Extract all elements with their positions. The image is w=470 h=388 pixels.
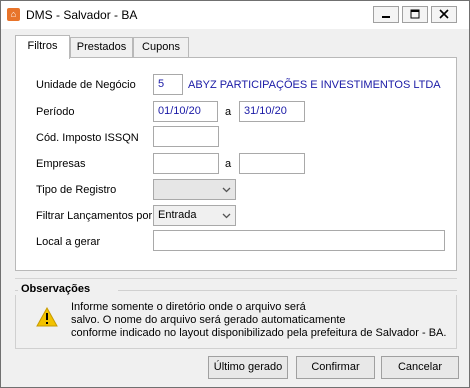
filtrar-label: Filtrar Lançamentos por	[36, 210, 153, 222]
observacoes-line-2: salvo. O nome do arquivo será gerado aut…	[71, 314, 346, 326]
empresas-sep: a	[225, 158, 232, 170]
periodo-end-input[interactable]: 31/10/20	[239, 101, 305, 122]
cancelar-button[interactable]: Cancelar	[381, 356, 459, 379]
observacoes-title: Observações	[21, 283, 91, 295]
cod-imposto-input[interactable]	[153, 126, 219, 147]
unidade-code-input[interactable]: 5	[153, 74, 183, 95]
maximize-icon	[410, 9, 420, 19]
tipo-registro-select[interactable]	[153, 179, 236, 200]
observacoes-line-1: Informe somente o diretório onde o arqui…	[71, 301, 306, 313]
chevron-down-icon	[222, 187, 231, 193]
periodo-start-input[interactable]: 01/10/20	[153, 101, 218, 122]
chevron-down-icon	[222, 213, 231, 219]
close-button[interactable]	[431, 6, 457, 23]
confirmar-button[interactable]: Confirmar	[296, 356, 375, 379]
observacoes-text: Informe somente o diretório onde o arqui…	[71, 301, 446, 340]
unidade-name: ABYZ PARTICIPAÇÕES E INVESTIMENTOS LTDA	[188, 79, 441, 91]
filtros-panel: Unidade de Negócio 5 ABYZ PARTICIPAÇÕES …	[15, 57, 457, 271]
filtrar-value: Entrada	[158, 209, 197, 221]
empresas-end-input[interactable]	[239, 153, 305, 174]
dialog-window: ⌂ DMS - Salvador - BA Filtros Prestados …	[0, 0, 470, 388]
warning-icon	[36, 307, 58, 327]
title-bar[interactable]: ⌂ DMS - Salvador - BA	[1, 1, 469, 29]
unidade-label: Unidade de Negócio	[36, 79, 136, 91]
window-title: DMS - Salvador - BA	[26, 8, 138, 22]
close-icon	[439, 9, 449, 19]
tab-filtros[interactable]: Filtros	[15, 35, 70, 59]
cod-imposto-label: Cód. Imposto ISSQN	[36, 132, 139, 144]
periodo-label: Período	[36, 106, 75, 118]
minimize-button[interactable]	[373, 6, 399, 23]
observacoes-line-3: conforme indicado no layout disponibiliz…	[71, 327, 447, 339]
tipo-registro-label: Tipo de Registro	[36, 184, 117, 196]
filtrar-select[interactable]: Entrada	[153, 205, 236, 226]
tab-cupons[interactable]: Cupons	[133, 37, 189, 57]
maximize-button[interactable]	[402, 6, 428, 23]
empresas-start-input[interactable]	[153, 153, 219, 174]
ultimo-gerado-button[interactable]: Último gerado	[208, 356, 288, 379]
empresas-label: Empresas	[36, 158, 86, 170]
periodo-sep: a	[225, 106, 232, 118]
local-label: Local a gerar	[36, 236, 101, 248]
minimize-icon	[382, 16, 390, 18]
tab-prestados[interactable]: Prestados	[70, 37, 133, 57]
app-icon: ⌂	[7, 8, 20, 21]
divider	[15, 278, 457, 279]
local-input[interactable]	[153, 230, 445, 251]
